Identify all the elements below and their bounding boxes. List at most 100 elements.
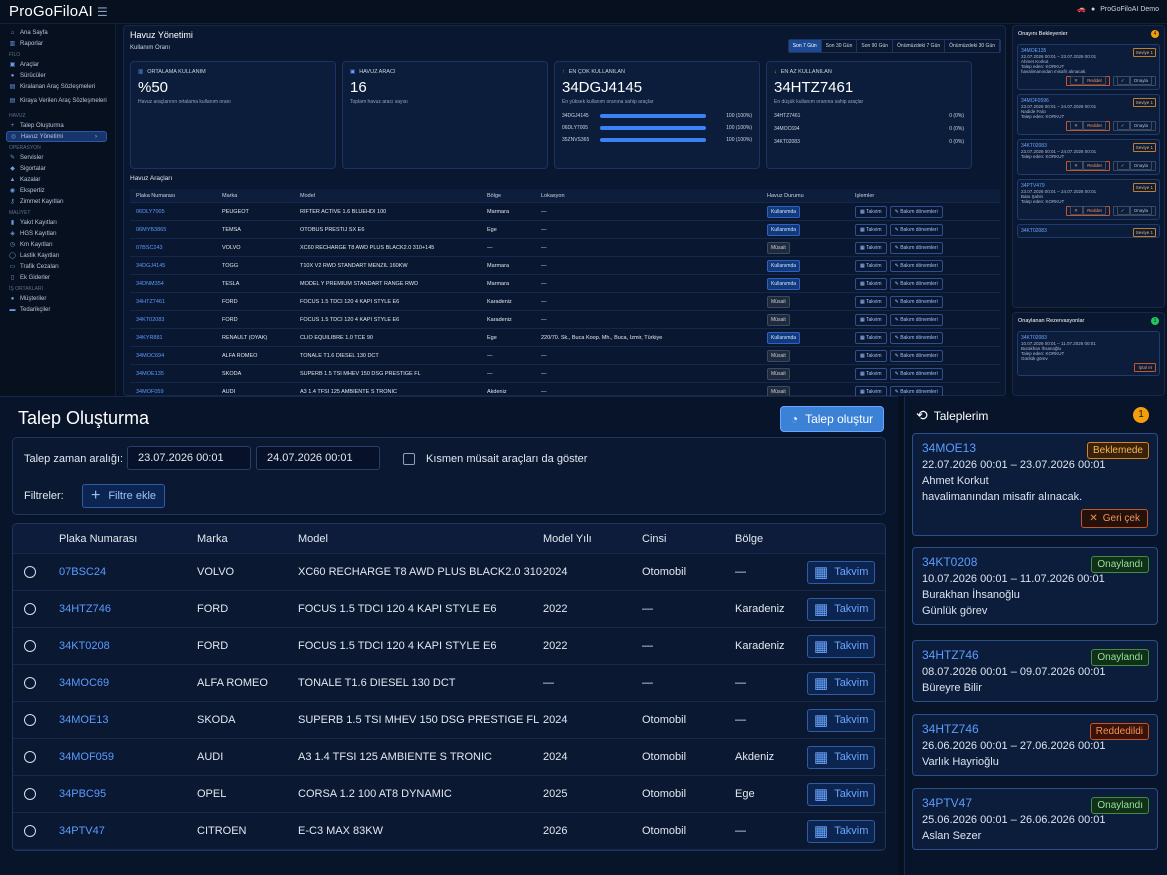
calendar-button[interactable]: ▦ Takvim	[855, 349, 887, 362]
maintenance-button[interactable]: ✎ Bakım dönemleri	[889, 367, 943, 380]
sidebar-item[interactable]: ⚷ Zimmet Kayıtları	[0, 196, 115, 207]
reject-button[interactable]: ✕ Reddet	[1066, 121, 1110, 131]
plate-link[interactable]: 34KT02083	[130, 317, 216, 323]
maintenance-button[interactable]: ✎ Bakım dönemleri	[889, 295, 943, 308]
plate-link[interactable]: 34PTV47	[59, 825, 197, 837]
calendar-button[interactable]: ▦ Takvim	[855, 277, 887, 290]
approved-card[interactable]: 34KT02083 10.07.2026 00:01 – 11.07.2026 …	[1017, 331, 1160, 376]
range-option[interactable]: Önümüzdeki 30 Gün	[945, 40, 1000, 52]
table-row[interactable]: 34MOC69 ALFA ROMEO TONALE T1.6 DIESEL 130 …	[13, 665, 885, 702]
sidebar-item[interactable]: ▣ Araçlar	[0, 59, 115, 70]
partial-available-checkbox[interactable]	[403, 453, 415, 465]
sidebar-item[interactable]: ◆ Sigortalar	[0, 163, 115, 174]
plate-link[interactable]: 34DNM354	[130, 281, 216, 287]
plate-link[interactable]: 34KT0208	[59, 640, 197, 652]
reject-button[interactable]: ✕ Reddet	[1066, 161, 1110, 171]
plate-link[interactable]: 34DGJ4145	[130, 263, 216, 269]
sidebar-item[interactable]: ◯ Lastik Kayıtları	[0, 250, 115, 261]
maintenance-button[interactable]: ✎ Bakım dönemleri	[889, 277, 943, 290]
calendar-button[interactable]: ▦ Takvim	[807, 745, 876, 769]
calendar-button[interactable]: ▦ Takvim	[855, 385, 887, 396]
sidebar-item[interactable]: ▤ Kiraya Verilen Araç Sözleşmeleri	[0, 92, 115, 110]
request-card[interactable]: 34KT0208 Onaylandı 10.07.2026 00:01 – 11.0…	[912, 547, 1158, 625]
range-option[interactable]: Son 7 Gün	[788, 40, 822, 52]
maintenance-button[interactable]: ✎ Bakım dönemleri	[889, 241, 943, 254]
sidebar-item[interactable]: ▯ Ek Giderler	[0, 272, 115, 283]
request-card[interactable]: 34HTZ746 Reddedildi 26.06.2026 00:01 – 27.…	[912, 714, 1158, 776]
start-date-input[interactable]: 23.07.2026 00:01	[127, 446, 251, 470]
table-row[interactable]: 34KT0208 FORD FOCUS 1.5 TDCI 120 4 KAPI ST…	[13, 628, 885, 665]
row-radio[interactable]	[24, 788, 36, 800]
plate-link[interactable]: 34MOE135	[130, 371, 216, 377]
sidebar-item[interactable]: ▮ Yakıt Kayıtları	[0, 217, 115, 228]
row-radio[interactable]	[24, 751, 36, 763]
maintenance-button[interactable]: ✎ Bakım dönemleri	[889, 331, 943, 344]
sidebar-item[interactable]: ▭ Trafik Cezaları	[0, 261, 115, 272]
approve-button[interactable]: ✓ Onayla	[1112, 206, 1156, 216]
sidebar-item[interactable]: ◉ Ekspertiz	[0, 185, 115, 196]
cancel-button[interactable]: İptal et	[1134, 363, 1156, 372]
reject-button[interactable]: ✕ Reddet	[1066, 206, 1110, 216]
plate-link[interactable]: 34MOE13	[59, 714, 197, 726]
pending-card[interactable]: 34PTV479 Seviye 1 23.07.2026 00:01 – 24.07…	[1017, 179, 1160, 220]
row-radio[interactable]	[24, 640, 36, 652]
calendar-button[interactable]: ▦ Takvim	[855, 313, 887, 326]
calendar-button[interactable]: ▦ Takvim	[807, 708, 876, 732]
sidebar-item[interactable]: ✎ Servisler	[0, 152, 115, 163]
table-row[interactable]: 34MOE13 SKODA SUPERB 1.5 TSI MHEV 150 DSG …	[13, 702, 885, 739]
sidebar-item[interactable]: ▥ Raporlar	[0, 38, 115, 49]
hamburger-icon[interactable]: ☰	[97, 5, 108, 19]
row-radio[interactable]	[24, 677, 36, 689]
approve-button[interactable]: ✓ Onayla	[1112, 121, 1156, 131]
range-option[interactable]: Önümüzdeki 7 Gün	[893, 40, 946, 52]
row-radio[interactable]	[24, 825, 36, 837]
calendar-button[interactable]: ▦ Takvim	[855, 241, 887, 254]
plate-link[interactable]: 06MYB3865	[130, 227, 216, 233]
pending-card[interactable]: 34KT02083 Seviye 1 23.07.2026 00:01 – 24.0…	[1017, 139, 1160, 175]
maintenance-button[interactable]: ✎ Bakım dönemleri	[889, 259, 943, 272]
calendar-button[interactable]: ▦ Takvim	[807, 634, 876, 658]
calendar-button[interactable]: ▦ Takvim	[855, 205, 887, 218]
row-radio[interactable]	[24, 714, 36, 726]
sidebar-item[interactable]: + Talep Oluşturma	[0, 120, 115, 131]
maintenance-button[interactable]: ✎ Bakım dönemleri	[889, 205, 943, 218]
plate-link[interactable]: 07BSC243	[130, 245, 216, 251]
calendar-button[interactable]: ▦ Takvim	[807, 819, 876, 843]
reject-button[interactable]: ✕ Reddet	[1066, 76, 1110, 86]
sidebar-item[interactable]: ⌂ Ana Sayfa	[0, 27, 115, 38]
sidebar-item[interactable]: ▲ Kazalar	[0, 174, 115, 185]
table-row[interactable]: 34PTV47 CITROEN E-C3 MAX 83KW 2026 Otomobil —…	[13, 813, 885, 850]
plate-link[interactable]: 34MOC69	[59, 677, 197, 689]
create-request-button[interactable]: ◔ Talep oluştur	[780, 406, 884, 432]
plate-link[interactable]: 06DLY7005	[130, 209, 216, 215]
user-menu[interactable]: 🚗 ● ProGoFiloAI Demo	[1077, 5, 1159, 14]
maintenance-button[interactable]: ✎ Bakım dönemleri	[889, 313, 943, 326]
sidebar-item[interactable]: ▤ Kiralanan Araç Sözleşmeleri	[0, 81, 115, 92]
pending-card[interactable]: 34KT02083 Seviye 1	[1017, 224, 1160, 238]
calendar-button[interactable]: ▦ Takvim	[807, 782, 876, 806]
calendar-button[interactable]: ▦ Takvim	[855, 295, 887, 308]
sidebar-item[interactable]: ◷ Km Kayıtları	[0, 239, 115, 250]
plate-link[interactable]: 07BSC24	[59, 566, 197, 578]
request-card[interactable]: 34PTV47 Onaylandı 25.06.2026 00:01 – 26.06…	[912, 788, 1158, 850]
sidebar-item[interactable]: ● Müşteriler	[0, 293, 115, 304]
row-radio[interactable]	[24, 603, 36, 615]
maintenance-button[interactable]: ✎ Bakım dönemleri	[889, 385, 943, 396]
sidebar-item[interactable]: ● Sürücüler	[0, 70, 115, 81]
plate-link[interactable]: 34MOF059	[130, 389, 216, 395]
plate-link[interactable]: 34HTZ7461	[130, 299, 216, 305]
pending-card[interactable]: 34MOE135 Seviye 1 22.07.2026 00:01 – 23.07…	[1017, 44, 1160, 90]
table-row[interactable]: 07BSC24 VOLVO XC60 RECHARGE T8 AWD PLUS BL…	[13, 554, 885, 591]
calendar-button[interactable]: ▦ Takvim	[807, 597, 876, 621]
pending-card[interactable]: 34MOF0596 Seviye 1 23.07.2026 00:01 – 24.0…	[1017, 94, 1160, 135]
maintenance-button[interactable]: ✎ Bakım dönemleri	[889, 223, 943, 236]
request-card[interactable]: 34HTZ746 Onaylandı 08.07.2026 00:01 – 09.0…	[912, 640, 1158, 702]
row-radio[interactable]	[24, 566, 36, 578]
maintenance-button[interactable]: ✎ Bakım dönemleri	[889, 349, 943, 362]
range-option[interactable]: Son 30 Gün	[822, 40, 858, 52]
calendar-button[interactable]: ▦ Takvim	[855, 259, 887, 272]
calendar-button[interactable]: ▦ Takvim	[807, 560, 876, 584]
calendar-button[interactable]: ▦ Takvim	[855, 367, 887, 380]
table-row[interactable]: 34HTZ746 FORD FOCUS 1.5 TDCI 120 4 KAPI ST…	[13, 591, 885, 628]
approve-button[interactable]: ✓ Onayla	[1112, 161, 1156, 171]
